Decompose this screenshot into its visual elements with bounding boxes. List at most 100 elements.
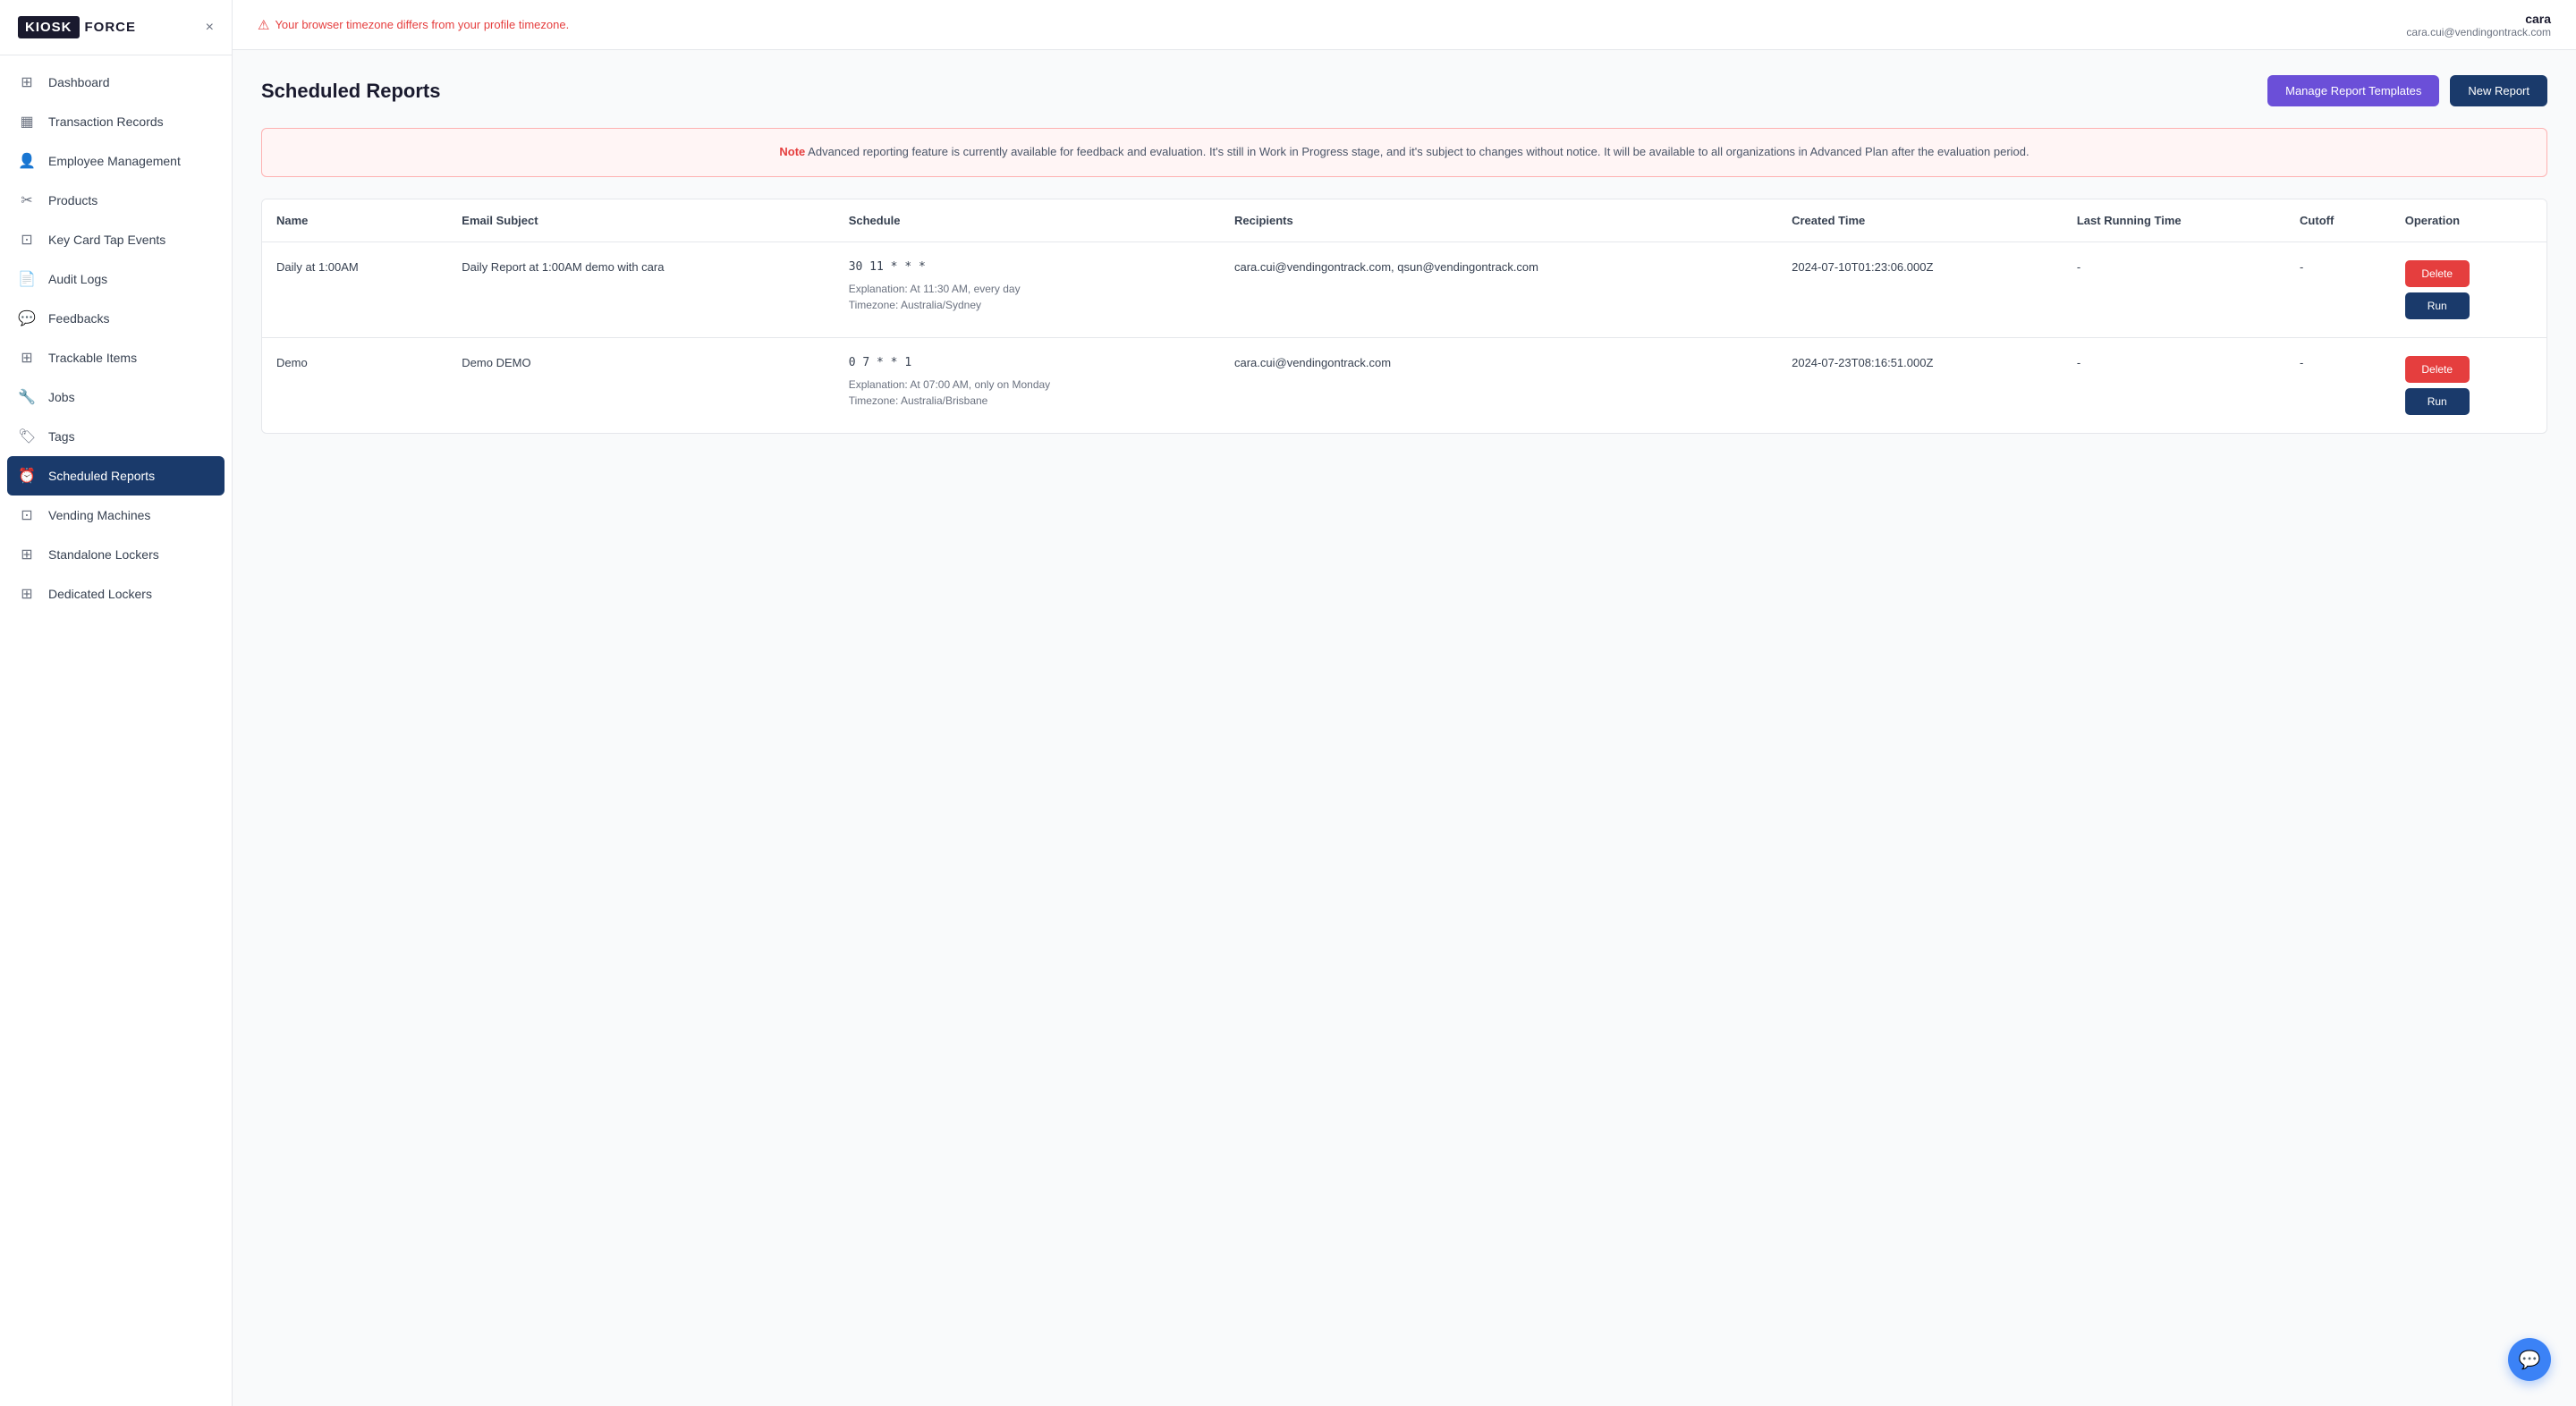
nav-label-dedicated-lockers: Dedicated Lockers [48, 587, 152, 601]
chat-button[interactable]: 💬 [2508, 1338, 2551, 1381]
note-text: Advanced reporting feature is currently … [808, 145, 2029, 158]
nav-label-feedbacks: Feedbacks [48, 311, 109, 326]
sidebar: KIOSK FORCE × ⊞ Dashboard ▦ Transaction … [0, 0, 233, 1406]
nav-icon-audit-logs: 📄 [18, 270, 36, 288]
cell-last-running: - [2063, 241, 2285, 337]
sidebar-item-products[interactable]: ✂ Products [0, 181, 232, 220]
nav-label-trackable-items: Trackable Items [48, 351, 137, 365]
sidebar-item-scheduled-reports[interactable]: ⏰ Scheduled Reports [7, 456, 225, 495]
col-name: Name [262, 199, 447, 242]
warning-icon: ⚠ [258, 17, 269, 33]
cell-cutoff: - [2285, 241, 2391, 337]
cell-email-subject: Daily Report at 1:00AM demo with cara [447, 241, 834, 337]
sidebar-item-transaction-records[interactable]: ▦ Transaction Records [0, 102, 232, 141]
run-button-0[interactable]: Run [2405, 292, 2470, 319]
cell-recipients: cara.cui@vendingontrack.com, qsun@vendin… [1220, 241, 1777, 337]
col-email-subject: Email Subject [447, 199, 834, 242]
col-operation: Operation [2391, 199, 2546, 242]
col-created-time: Created Time [1777, 199, 2063, 242]
table-row: Demo Demo DEMO 0 7 * * 1 Explanation: At… [262, 337, 2546, 433]
reports-table-container: Name Email Subject Schedule Recipients C… [261, 199, 2547, 434]
cell-cutoff: - [2285, 337, 2391, 433]
sidebar-item-jobs[interactable]: 🔧 Jobs [0, 377, 232, 417]
page-title: Scheduled Reports [261, 80, 440, 103]
nav-icon-transaction-records: ▦ [18, 113, 36, 131]
sidebar-item-tags[interactable]: 🏷 Tags [0, 417, 232, 456]
note-bold: Note [779, 145, 805, 158]
cell-created-time: 2024-07-10T01:23:06.000Z [1777, 241, 2063, 337]
col-last-running-time: Last Running Time [2063, 199, 2285, 242]
logo-kiosk: KIOSK [18, 16, 80, 38]
sidebar-item-feedbacks[interactable]: 💬 Feedbacks [0, 299, 232, 338]
sidebar-nav: ⊞ Dashboard ▦ Transaction Records 👤 Empl… [0, 55, 232, 621]
nav-label-vending-machines: Vending Machines [48, 508, 150, 522]
nav-label-key-card-tap-events: Key Card Tap Events [48, 233, 165, 247]
col-recipients: Recipients [1220, 199, 1777, 242]
user-name: cara [2406, 12, 2551, 26]
delete-button-1[interactable]: Delete [2405, 356, 2470, 383]
nav-icon-dedicated-lockers: ⊞ [18, 585, 36, 603]
sidebar-item-employee-management[interactable]: 👤 Employee Management [0, 141, 232, 181]
cell-schedule: 30 11 * * * Explanation: At 11:30 AM, ev… [835, 241, 1220, 337]
nav-icon-standalone-lockers: ⊞ [18, 546, 36, 563]
main-content: ⚠ Your browser timezone differs from you… [233, 0, 2576, 1406]
manage-report-templates-button[interactable]: Manage Report Templates [2267, 75, 2439, 106]
nav-icon-feedbacks: 💬 [18, 309, 36, 327]
nav-label-transaction-records: Transaction Records [48, 114, 164, 129]
cell-operation: Delete Run [2391, 337, 2546, 433]
cell-name: Demo [262, 337, 447, 433]
header-actions: Manage Report Templates New Report [2267, 75, 2547, 106]
logo-box: KIOSK FORCE [18, 16, 136, 38]
cell-email-subject: Demo DEMO [447, 337, 834, 433]
reports-table: Name Email Subject Schedule Recipients C… [262, 199, 2546, 433]
col-cutoff: Cutoff [2285, 199, 2391, 242]
cell-name: Daily at 1:00AM [262, 241, 447, 337]
topbar: ⚠ Your browser timezone differs from you… [233, 0, 2576, 50]
run-button-1[interactable]: Run [2405, 388, 2470, 415]
logo-force: FORCE [85, 20, 137, 35]
nav-label-audit-logs: Audit Logs [48, 272, 107, 286]
cell-recipients: cara.cui@vendingontrack.com [1220, 337, 1777, 433]
nav-label-products: Products [48, 193, 97, 208]
delete-button-0[interactable]: Delete [2405, 260, 2470, 287]
table-header-row: Name Email Subject Schedule Recipients C… [262, 199, 2546, 242]
sidebar-item-standalone-lockers[interactable]: ⊞ Standalone Lockers [0, 535, 232, 574]
sidebar-item-trackable-items[interactable]: ⊞ Trackable Items [0, 338, 232, 377]
nav-label-standalone-lockers: Standalone Lockers [48, 547, 159, 562]
sidebar-item-audit-logs[interactable]: 📄 Audit Logs [0, 259, 232, 299]
close-icon[interactable]: × [206, 20, 214, 36]
note-banner: Note Advanced reporting feature is curre… [261, 128, 2547, 177]
schedule-explanation: Explanation: At 07:00 AM, only on Monday… [849, 377, 1206, 409]
page-content: Scheduled Reports Manage Report Template… [233, 50, 2576, 1406]
sidebar-item-key-card-tap-events[interactable]: ⊡ Key Card Tap Events [0, 220, 232, 259]
user-info: cara cara.cui@vendingontrack.com [2406, 12, 2551, 38]
sidebar-item-dedicated-lockers[interactable]: ⊞ Dedicated Lockers [0, 574, 232, 614]
table-row: Daily at 1:00AM Daily Report at 1:00AM d… [262, 241, 2546, 337]
chat-icon: 💬 [2519, 1349, 2541, 1371]
schedule-code: 0 7 * * 1 [849, 356, 1206, 369]
nav-label-dashboard: Dashboard [48, 75, 110, 89]
nav-icon-dashboard: ⊞ [18, 73, 36, 91]
nav-icon-products: ✂ [18, 191, 36, 209]
nav-label-tags: Tags [48, 429, 75, 444]
cell-operation: Delete Run [2391, 241, 2546, 337]
nav-label-employee-management: Employee Management [48, 154, 181, 168]
nav-icon-key-card-tap-events: ⊡ [18, 231, 36, 249]
sidebar-logo: KIOSK FORCE × [0, 0, 232, 55]
timezone-warning-text: Your browser timezone differs from your … [275, 18, 569, 31]
cell-schedule: 0 7 * * 1 Explanation: At 07:00 AM, only… [835, 337, 1220, 433]
nav-icon-employee-management: 👤 [18, 152, 36, 170]
nav-icon-vending-machines: ⊡ [18, 506, 36, 524]
nav-icon-jobs: 🔧 [18, 388, 36, 406]
nav-icon-trackable-items: ⊞ [18, 349, 36, 367]
schedule-code: 30 11 * * * [849, 260, 1206, 274]
user-email: cara.cui@vendingontrack.com [2406, 26, 2551, 38]
timezone-warning: ⚠ Your browser timezone differs from you… [258, 17, 569, 33]
nav-icon-tags: 🏷 [18, 428, 36, 445]
nav-icon-scheduled-reports: ⏰ [18, 467, 36, 485]
sidebar-item-dashboard[interactable]: ⊞ Dashboard [0, 63, 232, 102]
col-schedule: Schedule [835, 199, 1220, 242]
new-report-button[interactable]: New Report [2450, 75, 2547, 106]
nav-label-jobs: Jobs [48, 390, 75, 404]
sidebar-item-vending-machines[interactable]: ⊡ Vending Machines [0, 495, 232, 535]
